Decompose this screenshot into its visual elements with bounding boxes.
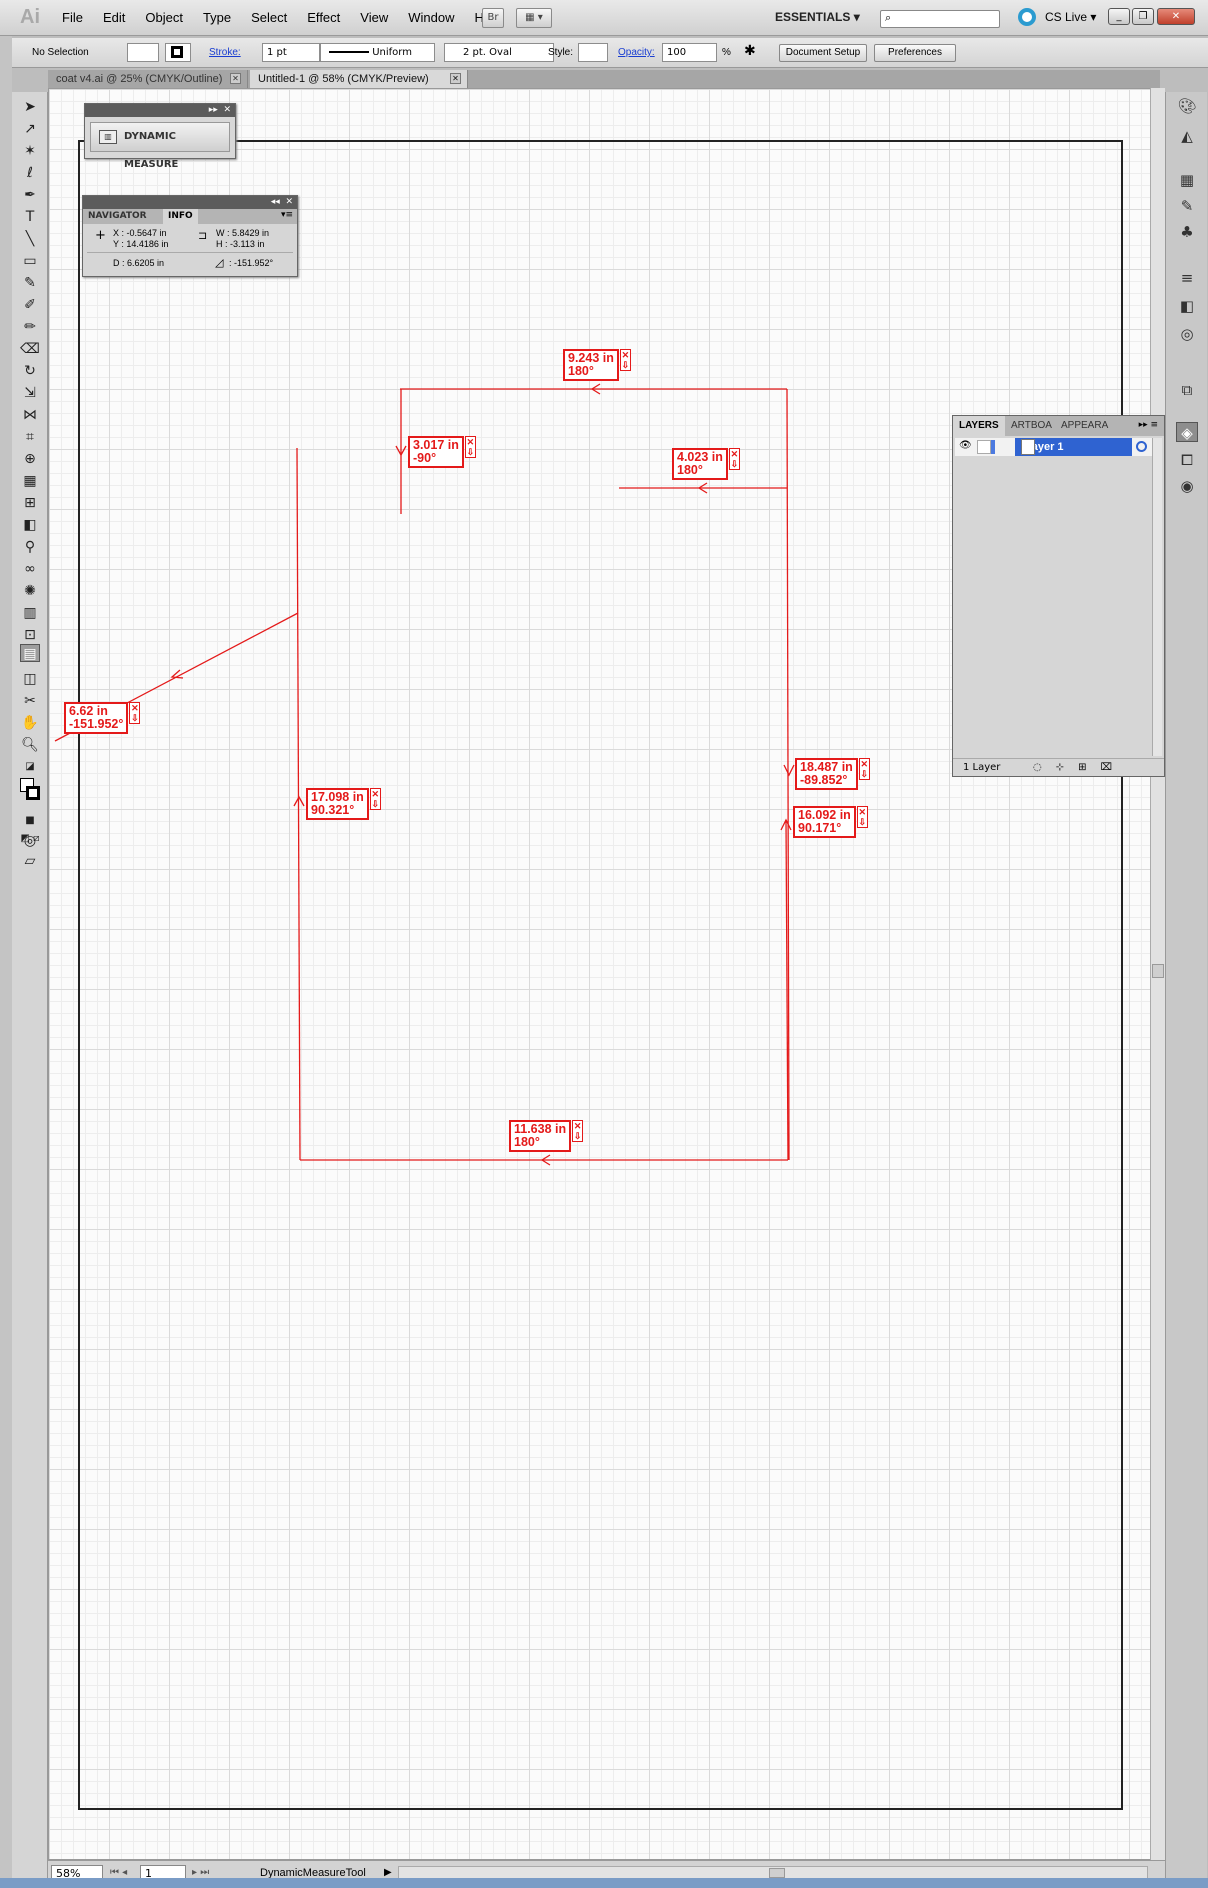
graphic-styles-icon[interactable]: ⧉ [1176,380,1198,400]
measure-label[interactable]: 16.092 in 90.171° ✕ ⇩ [793,806,868,838]
measure-angle: 180° [677,463,703,477]
tab-layers[interactable]: LAYERS [953,416,1005,436]
measure-angle: -89.852° [800,773,848,787]
lock-toggle[interactable] [977,440,991,454]
illustrator-window: Ai File Edit Object Type Select Effect V… [0,0,1208,1888]
measure-angle: -90° [413,451,437,465]
crosshair-icon: + [95,228,106,243]
color-panel-icon[interactable]: 🎨︎ [1176,96,1198,116]
panel-header[interactable]: ▸▸ ✕ [85,104,235,117]
remove-measure-icon[interactable]: ✕ ⇩ [728,448,740,470]
info-angle: : -151.952° [229,258,274,268]
scroll-thumb[interactable] [769,1868,785,1878]
page-nav-last[interactable]: ▸ ⏭ [192,1867,209,1878]
measure-line-17098 [296,447,301,1161]
measure-lines [54,383,795,1166]
layer-thumbnail [1021,439,1035,455]
measure-label[interactable]: 18.487 in -89.852° ✕ ⇩ [795,758,870,790]
artboards-dock-icon[interactable]: ⧠ [1176,450,1198,470]
info-divider [87,252,293,253]
remove-measure-icon[interactable]: ✕ ⇩ [572,1120,584,1142]
panel-header[interactable]: ◂◂ ✕ [83,196,297,209]
info-distance: D : 6.6205 in [113,258,165,268]
measure-label[interactable]: 17.098 in 90.321° ✕ ⇩ [306,788,381,820]
symbols-icon[interactable]: ♣ [1176,222,1198,242]
layers-panel: LAYERS ARTBOA APPEARA ▸▸ ≡ 👁︎ Layer 1 1 … [952,415,1165,777]
measure-angle: -151.952° [69,717,124,731]
gradient-panel-icon[interactable]: ◧ [1176,296,1198,316]
info-panel-tabs: NAVIGATOR INFO ▾≡ [83,209,297,224]
brushes-icon[interactable]: ✎ [1176,196,1198,216]
measure-label[interactable]: 3.017 in -90° ✕ ⇩ [408,436,476,468]
layers-footer: 1 Layer ◌⊹⊞⌧ [953,758,1164,776]
measure-angle: 180° [568,364,594,378]
target-circle-icon[interactable] [1136,441,1147,452]
measure-label[interactable]: 11.638 in 180° ✕ ⇩ [509,1120,584,1152]
measure-label[interactable]: 9.243 in 180° ✕ ⇩ [563,349,631,381]
layers-dock-icon[interactable]: ◈ [1176,422,1198,442]
arrowhead [783,764,795,777]
tab-info[interactable]: INFO [163,209,198,224]
color-guide-icon[interactable]: ◭ [1176,126,1198,146]
remove-measure-icon[interactable]: ✕ ⇩ [856,806,868,828]
tab-appearance[interactable]: APPEARA [1055,416,1114,436]
tab-navigator[interactable]: NAVIGATOR [83,209,152,224]
remove-measure-icon[interactable]: ✕ ⇩ [619,349,631,371]
layers-scrollbar[interactable] [1152,438,1162,756]
info-w: W : 5.8429 in [216,228,270,238]
measure-label[interactable]: 6.62 in -151.952° ✕ ⇩ [64,702,141,734]
remove-measure-icon[interactable]: ✕ ⇩ [369,788,381,810]
stroke-panel-icon[interactable]: ≡ [1176,268,1198,288]
remove-measure-icon[interactable]: ✕ ⇩ [129,702,141,724]
layer-color-swatch [991,440,995,454]
info-y: Y : 14.4186 in [113,239,169,249]
right-panel-dock: 🎨︎ ◭ ▦ ✎ ♣ ≡ ◧ ◎ ⧉ ◈ ⧠ ◉ [1165,92,1207,1887]
measure-angle: 90.321° [311,803,355,817]
dynamic-measure-button[interactable]: ▥ DYNAMIC MEASURE [90,122,230,170]
tab-artboards[interactable]: ARTBOA [1005,416,1058,436]
measure-label[interactable]: 4.023 in 180° ✕ ⇩ [672,448,740,480]
dynamic-measure-panel: ▸▸ ✕ ▥ DYNAMIC MEASURE [84,103,236,170]
visibility-eye-icon[interactable]: 👁︎ [959,440,972,451]
transparency-icon[interactable]: ◎ [1176,324,1198,344]
appearance-dock-icon[interactable]: ◉ [1176,476,1198,496]
page-nav-first[interactable]: ⏮ ◂ [110,1867,127,1878]
layers-panel-tabs: LAYERS ARTBOA APPEARA ▸▸ ≡ [953,416,1164,436]
panel-menu-icon[interactable]: ▸▸ ≡ [1139,420,1158,430]
measure-angle: 90.171° [798,821,842,835]
measure-angle: 180° [514,1135,540,1149]
info-panel: ◂◂ ✕ NAVIGATOR INFO ▾≡ + X : -0.5647 in … [82,195,298,277]
layer-row[interactable]: 👁︎ Layer 1 [955,438,1152,456]
remove-measure-icon[interactable]: ✕ ⇩ [464,436,476,458]
status-menu-arrow[interactable]: ▶ [384,1867,392,1878]
angle-icon: ◿ [215,256,224,269]
dynamic-measure-label: DYNAMIC MEASURE [124,131,179,170]
remove-measure-icon[interactable]: ✕ ⇩ [858,758,870,780]
os-taskbar [0,1878,1208,1888]
layers-footer-icons[interactable]: ◌⊹⊞⌧ [1033,759,1126,777]
layer-count: 1 Layer [963,762,1001,773]
panel-menu-icon[interactable]: ▾≡ [281,210,293,220]
ruler-icon: ▥ [99,130,117,144]
info-h: H : -3.113 in [216,239,265,249]
info-x: X : -0.5647 in [113,228,167,238]
swatches-icon[interactable]: ▦ [1176,170,1198,190]
bounding-box-icon: ⊐ [198,229,208,242]
